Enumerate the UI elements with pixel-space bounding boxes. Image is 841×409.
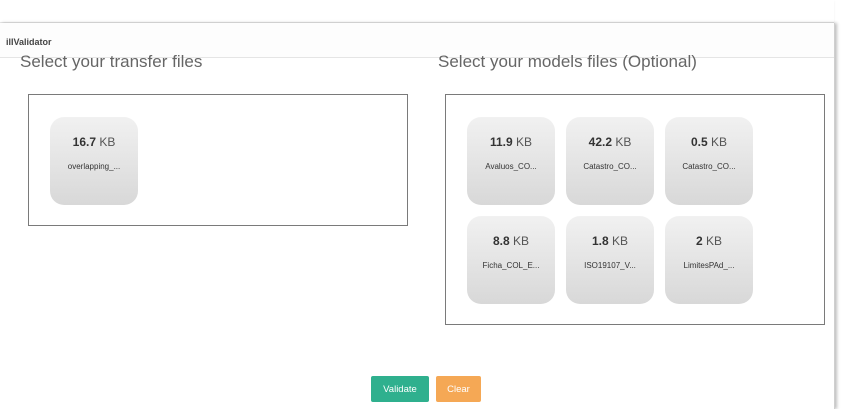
file-name: ISO19107_V... <box>584 261 636 270</box>
file-name: LimitesPAd_... <box>683 261 735 270</box>
top-bar <box>0 0 834 23</box>
file-size-value: 1.8 <box>591 234 609 248</box>
file-tile[interactable]: 2 KB LimitesPAd_... <box>665 216 753 304</box>
validate-button[interactable]: Validate <box>371 376 429 402</box>
file-tile[interactable]: 11.9 KB Avaluos_CO... <box>467 117 555 205</box>
file-tile[interactable]: 1.8 KB ISO19107_V... <box>566 216 654 304</box>
file-size-value: 2 <box>695 234 703 248</box>
clear-button[interactable]: Clear <box>436 376 481 402</box>
file-size-unit: KB <box>99 135 116 149</box>
file-size-unit: KB <box>513 234 530 248</box>
models-section-title: Select your models files (Optional) <box>438 52 697 71</box>
file-size-value: 16.7 <box>72 135 96 149</box>
file-size: 8.8 KB <box>467 234 555 248</box>
file-size: 16.7 KB <box>50 135 138 149</box>
file-name: Avaluos_CO... <box>485 162 537 171</box>
file-name: Catastro_CO... <box>583 162 637 171</box>
file-size: 42.2 KB <box>566 135 654 149</box>
file-size-value: 42.2 <box>588 135 612 149</box>
models-dropzone[interactable]: 11.9 KB Avaluos_CO... 42.2 KB Catastro_C… <box>445 94 825 325</box>
file-size-value: 11.9 <box>489 135 513 149</box>
file-tile[interactable]: 0.5 KB Catastro_CO... <box>665 117 753 205</box>
file-size-value: 8.8 <box>492 234 510 248</box>
file-size-unit: KB <box>706 234 723 248</box>
file-size: 2 KB <box>665 234 753 248</box>
panel-title: ilIValidator <box>6 37 52 47</box>
file-name: Catastro_CO... <box>682 162 736 171</box>
file-name: Ficha_COL_E... <box>482 261 540 270</box>
file-tile[interactable]: 16.7 KB overlapping_... <box>50 117 138 205</box>
transfer-section-title: Select your transfer files <box>20 52 203 71</box>
file-size: 1.8 KB <box>566 234 654 248</box>
file-size-unit: KB <box>711 135 728 149</box>
file-size-unit: KB <box>615 135 632 149</box>
file-tile[interactable]: 42.2 KB Catastro_CO... <box>566 117 654 205</box>
file-name: overlapping_... <box>67 162 121 171</box>
file-size: 0.5 KB <box>665 135 753 149</box>
file-tile[interactable]: 8.8 KB Ficha_COL_E... <box>467 216 555 304</box>
file-size-unit: KB <box>612 234 629 248</box>
transfer-dropzone[interactable]: 16.7 KB overlapping_... <box>28 94 408 226</box>
file-size: 11.9 KB <box>467 135 555 149</box>
file-size-unit: KB <box>516 135 533 149</box>
file-size-value: 0.5 <box>690 135 708 149</box>
